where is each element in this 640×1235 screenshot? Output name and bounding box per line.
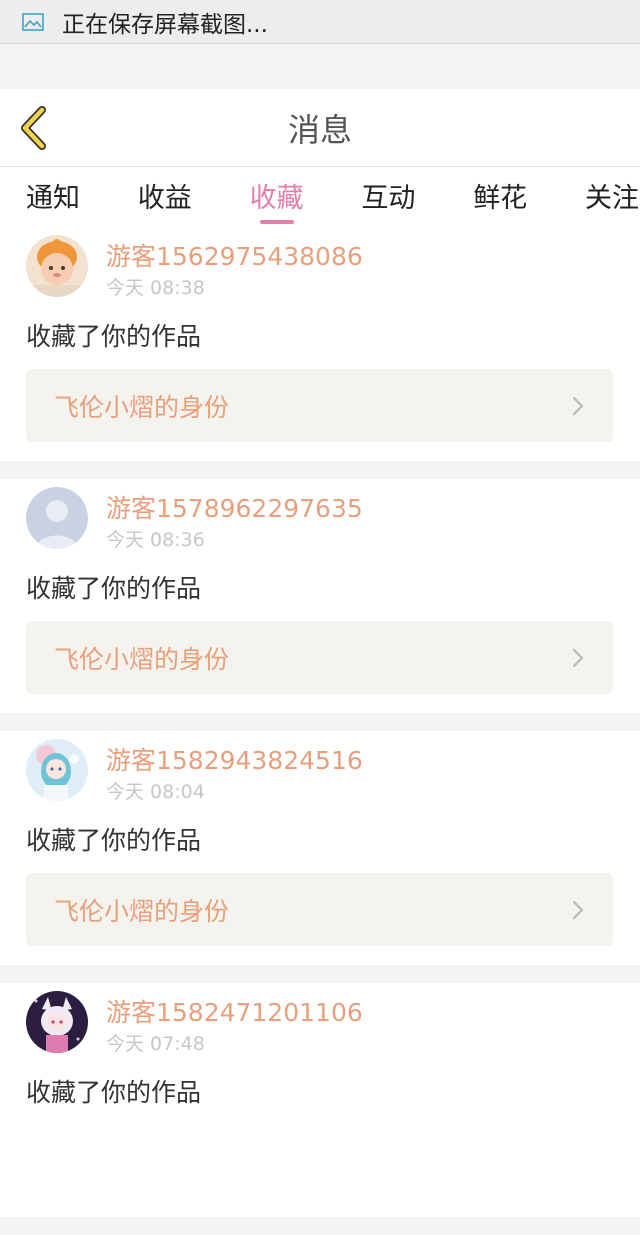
chevron-right-icon [572, 648, 584, 668]
action-text: 收藏了你的作品 [26, 1078, 202, 1107]
avatar[interactable] [26, 991, 88, 1053]
feed-item: 游客1562975438086 今天 08:38 收藏了你的作品 飞伦小熠的身份 [0, 227, 640, 461]
chevron-right-icon [572, 900, 584, 920]
work-title: 飞伦小熠的身份 [54, 896, 230, 926]
tab-label: 通知 [26, 182, 80, 214]
favorites-feed: 游客1562975438086 今天 08:38 收藏了你的作品 飞伦小熠的身份… [0, 227, 640, 1235]
catgirl-avatar-icon [26, 991, 88, 1053]
tab-bar: 通知 收益 收藏 互动 鲜花 关注 [0, 167, 640, 227]
tab-favorites[interactable]: 收藏 [250, 167, 304, 227]
feed-item: 游客1582471201106 今天 07:48 收藏了你的作品 [0, 983, 640, 1217]
top-spacer [0, 44, 640, 89]
avatar[interactable] [26, 235, 88, 297]
tab-following[interactable]: 关注 [585, 167, 639, 227]
feed-item: 游客1578962297635 今天 08:36 收藏了你的作品 飞伦小熠的身份 [0, 479, 640, 713]
action-text: 收藏了你的作品 [26, 574, 202, 603]
default-user-avatar-icon [26, 487, 88, 549]
avatar[interactable] [26, 487, 88, 549]
tab-label: 鲜花 [473, 182, 528, 214]
tab-label: 收益 [137, 182, 192, 214]
action-text: 收藏了你的作品 [26, 826, 202, 855]
tab-earnings[interactable]: 收益 [138, 167, 192, 227]
anime-girl-avatar-icon [26, 739, 88, 801]
baby-avatar-icon [26, 235, 88, 297]
user-name[interactable]: 游客1582471201106 [106, 993, 363, 1029]
tab-interactions[interactable]: 互动 [361, 167, 415, 227]
avatar[interactable] [26, 739, 88, 801]
work-title: 飞伦小熠的身份 [54, 392, 230, 422]
chevron-right-icon [572, 396, 584, 416]
back-chevron-icon [21, 106, 46, 150]
work-link[interactable]: 飞伦小熠的身份 [26, 621, 613, 694]
tab-label: 关注 [584, 182, 639, 214]
screenshot-icon [22, 12, 44, 31]
user-name[interactable]: 游客1578962297635 [106, 489, 363, 525]
work-title: 飞伦小熠的身份 [54, 644, 230, 674]
active-tab-indicator [259, 220, 294, 224]
user-name[interactable]: 游客1582943824516 [106, 741, 363, 777]
work-link[interactable]: 飞伦小熠的身份 [26, 369, 613, 442]
tab-notifications[interactable]: 通知 [26, 167, 80, 227]
status-bar: 正在保存屏幕截图... [0, 0, 640, 44]
tab-label: 互动 [361, 182, 416, 214]
tab-flowers[interactable]: 鲜花 [473, 167, 527, 227]
status-bar-text: 正在保存屏幕截图... [62, 11, 268, 38]
timestamp: 今天 08:36 [106, 529, 205, 551]
work-link[interactable]: 飞伦小熠的身份 [26, 873, 613, 946]
action-text: 收藏了你的作品 [26, 322, 202, 351]
timestamp: 今天 08:04 [106, 781, 205, 803]
back-button[interactable] [14, 103, 54, 153]
nav-bar: 消息 [0, 89, 640, 167]
timestamp: 今天 08:38 [106, 277, 205, 299]
page-title: 消息 [287, 111, 352, 149]
tab-label: 收藏 [249, 182, 304, 214]
timestamp: 今天 07:48 [106, 1033, 205, 1055]
feed-item: 游客1582943824516 今天 08:04 收藏了你的作品 飞伦小熠的身份 [0, 731, 640, 965]
user-name[interactable]: 游客1562975438086 [106, 237, 363, 273]
